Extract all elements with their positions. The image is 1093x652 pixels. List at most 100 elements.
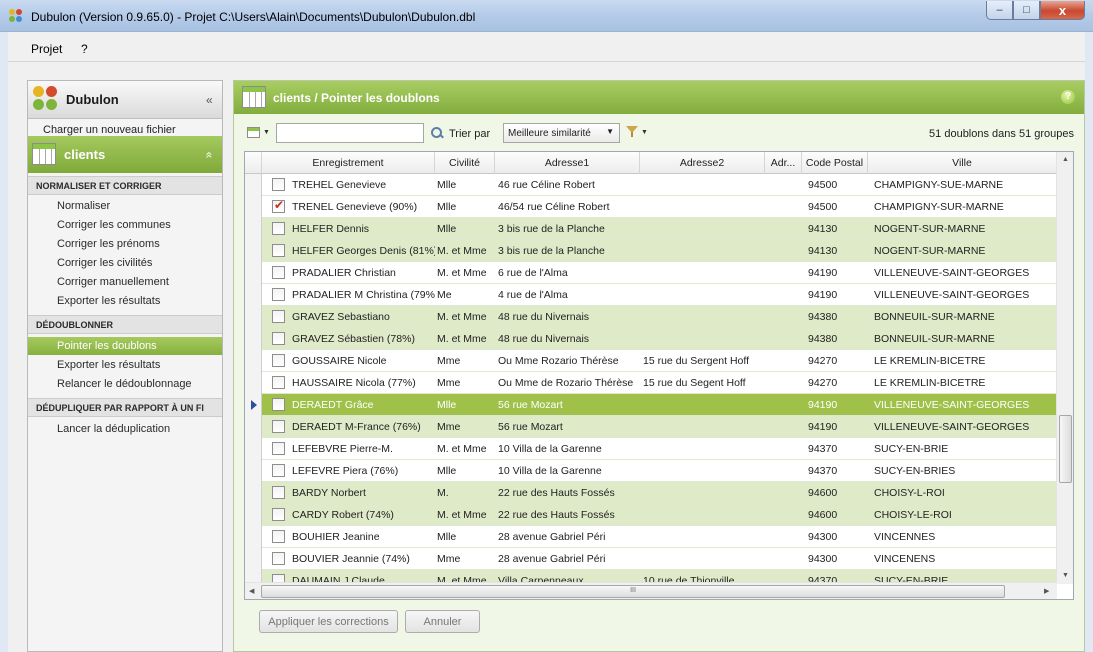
table-row[interactable]: PRADALIER Christian M. et Mme 6 rue de l'A… [245, 262, 1057, 284]
search-input[interactable] [276, 123, 424, 143]
columns-dropdown-icon[interactable]: ▼ [263, 129, 270, 136]
table-row[interactable]: BOUHIER Jeanine Mlle 28 avenue Gabriel Pér… [245, 526, 1057, 548]
row-checkbox[interactable] [272, 310, 285, 323]
vertical-scroll-thumb[interactable] [1059, 415, 1072, 483]
table-row[interactable]: HELFER Georges Denis (81%) M. et Mme 3 bis… [245, 240, 1057, 262]
row-checkbox[interactable] [272, 508, 285, 521]
table-row[interactable]: GRAVEZ Sebastiano M. et Mme 48 rue du Nive… [245, 306, 1057, 328]
collapse-chevron-icon[interactable]: « [206, 93, 213, 107]
minimize-button[interactable]: – [986, 1, 1013, 20]
scroll-right-icon[interactable]: ▶ [1044, 587, 1049, 595]
nav-normaliser[interactable]: Normaliser [28, 197, 222, 215]
row-header[interactable] [245, 218, 262, 240]
row-checkbox[interactable] [272, 288, 285, 301]
cancel-button[interactable]: Annuler [405, 610, 480, 633]
table-row[interactable]: BARDY Norbert M. 22 rue des Hauts Fossés 94… [245, 482, 1057, 504]
row-header[interactable] [245, 482, 262, 504]
filter-icon[interactable] [626, 126, 638, 138]
table-row[interactable]: HELFER Dennis Mlle 3 bis rue de la Planche… [245, 218, 1057, 240]
row-checkbox[interactable] [272, 332, 285, 345]
table-row[interactable]: DERAEDT M-France (76%) Mme 56 rue Mozart 94… [245, 416, 1057, 438]
row-checkbox[interactable] [272, 530, 285, 543]
row-checkbox[interactable] [272, 222, 285, 235]
scroll-up-icon[interactable]: ▲ [1062, 156, 1069, 163]
row-header[interactable] [245, 438, 262, 460]
nav-corriger-civilites[interactable]: Corriger les civilités [28, 254, 222, 272]
load-file-link[interactable]: Charger un nouveau fichier [43, 124, 176, 136]
table-row[interactable]: BOUVIER Jeannie (74%) Mme 28 avenue Gabrie… [245, 548, 1057, 570]
col-adresse2[interactable]: Adresse2 [640, 152, 765, 174]
nav-corriger-prenoms[interactable]: Corriger les prénoms [28, 235, 222, 253]
row-checkbox[interactable] [272, 178, 285, 191]
row-header[interactable] [245, 372, 262, 394]
nav-corriger-manuellement[interactable]: Corriger manuellement [28, 273, 222, 291]
row-checkbox[interactable] [272, 464, 285, 477]
apply-corrections-button[interactable]: Appliquer les corrections [259, 610, 398, 633]
row-header[interactable] [245, 416, 262, 438]
nav-corriger-communes[interactable]: Corriger les communes [28, 216, 222, 234]
row-checkbox[interactable] [272, 354, 285, 367]
filter-dropdown-icon[interactable]: ▼ [641, 129, 648, 136]
row-checkbox[interactable] [272, 376, 285, 389]
row-checkbox[interactable] [272, 244, 285, 257]
table-row[interactable]: DERAEDT Grâce Mlle 56 rue Mozart 94190 VILLE… [245, 394, 1057, 416]
col-ville[interactable]: Ville [868, 152, 1057, 174]
row-checkbox[interactable] [272, 266, 285, 279]
vertical-scrollbar[interactable]: ▲ ▼ [1056, 152, 1073, 584]
maximize-button[interactable]: □ [1013, 1, 1040, 20]
row-header[interactable] [245, 394, 262, 416]
table-row[interactable]: TREHEL Genevieve Mlle 46 rue Céline Robert… [245, 174, 1057, 196]
table-row[interactable]: HAUSSAIRE Nicola (77%) Mme Ou Mme de Rozar… [245, 372, 1057, 394]
menu-projet[interactable]: Projet [31, 42, 62, 56]
row-header[interactable] [245, 350, 262, 372]
row-header[interactable] [245, 262, 262, 284]
col-adresse3[interactable]: Adr... [765, 152, 802, 174]
row-header[interactable] [245, 548, 262, 570]
col-civilite[interactable]: Civilité [435, 152, 495, 174]
scroll-down-icon[interactable]: ▼ [1062, 572, 1069, 579]
sort-select[interactable]: Meilleure similarité ▼ [503, 123, 620, 143]
columns-icon[interactable] [247, 127, 260, 138]
row-header[interactable] [245, 328, 262, 350]
row-header[interactable] [245, 460, 262, 482]
row-checkbox[interactable] [272, 398, 285, 411]
nav-relancer-dedoublonnage[interactable]: Relancer le dédoublonnage [28, 375, 222, 393]
row-checkbox[interactable] [272, 442, 285, 455]
horizontal-scrollbar[interactable]: ◀ III ▶ [245, 582, 1057, 599]
row-header[interactable] [245, 504, 262, 526]
row-header[interactable] [245, 284, 262, 306]
col-code-postal[interactable]: Code Postal [802, 152, 868, 174]
cell-civ: M. et Mme [437, 267, 487, 279]
cell-a1: 28 avenue Gabriel Péri [498, 531, 606, 543]
col-enregistrement[interactable]: Enregistrement [262, 152, 435, 174]
row-checkbox[interactable] [272, 552, 285, 565]
table-row[interactable]: LEFEBVRE Pierre-M. M. et Mme 10 Villa de l… [245, 438, 1057, 460]
table-row[interactable]: LEFEVRE Piera (76%) Mlle 10 Villa de la Ga… [245, 460, 1057, 482]
row-header[interactable] [245, 306, 262, 328]
table-row[interactable]: GOUSSAIRE Nicole Mme Ou Mme Rozario Thérès… [245, 350, 1057, 372]
table-row[interactable]: TRENEL Genevieve (90%) Mlle 46/54 rue Céli… [245, 196, 1057, 218]
row-checkbox[interactable] [272, 486, 285, 499]
nav-lancer-deduplication[interactable]: Lancer la déduplication [28, 420, 222, 438]
scroll-left-icon[interactable]: ◀ [249, 587, 254, 595]
search-icon[interactable] [431, 127, 443, 139]
row-header[interactable] [245, 240, 262, 262]
nav-pointer-doublons[interactable]: Pointer les doublons [28, 337, 222, 355]
clients-collapse-icon[interactable]: « [202, 152, 216, 159]
sidebar-clients-header[interactable]: clients « [28, 136, 222, 173]
row-header[interactable] [245, 196, 262, 218]
table-row[interactable]: GRAVEZ Sébastien (78%) M. et Mme 48 rue du… [245, 328, 1057, 350]
table-row[interactable]: PRADALIER M Christina (79%) Me 4 rue de l'… [245, 284, 1057, 306]
nav-exporter-resultats-1[interactable]: Exporter les résultats [28, 292, 222, 310]
row-checkbox[interactable] [272, 198, 285, 213]
col-adresse1[interactable]: Adresse1 [495, 152, 640, 174]
row-checkbox[interactable] [272, 420, 285, 433]
nav-exporter-resultats-2[interactable]: Exporter les résultats [28, 356, 222, 374]
row-header[interactable] [245, 174, 262, 196]
row-header[interactable] [245, 526, 262, 548]
menu-help[interactable]: ? [81, 42, 88, 56]
close-button[interactable]: x [1040, 1, 1085, 20]
horizontal-scroll-thumb[interactable]: III [261, 585, 1005, 598]
table-row[interactable]: CARDY Robert (74%) M. et Mme 22 rue des Ha… [245, 504, 1057, 526]
help-icon[interactable]: ? [1061, 90, 1075, 104]
